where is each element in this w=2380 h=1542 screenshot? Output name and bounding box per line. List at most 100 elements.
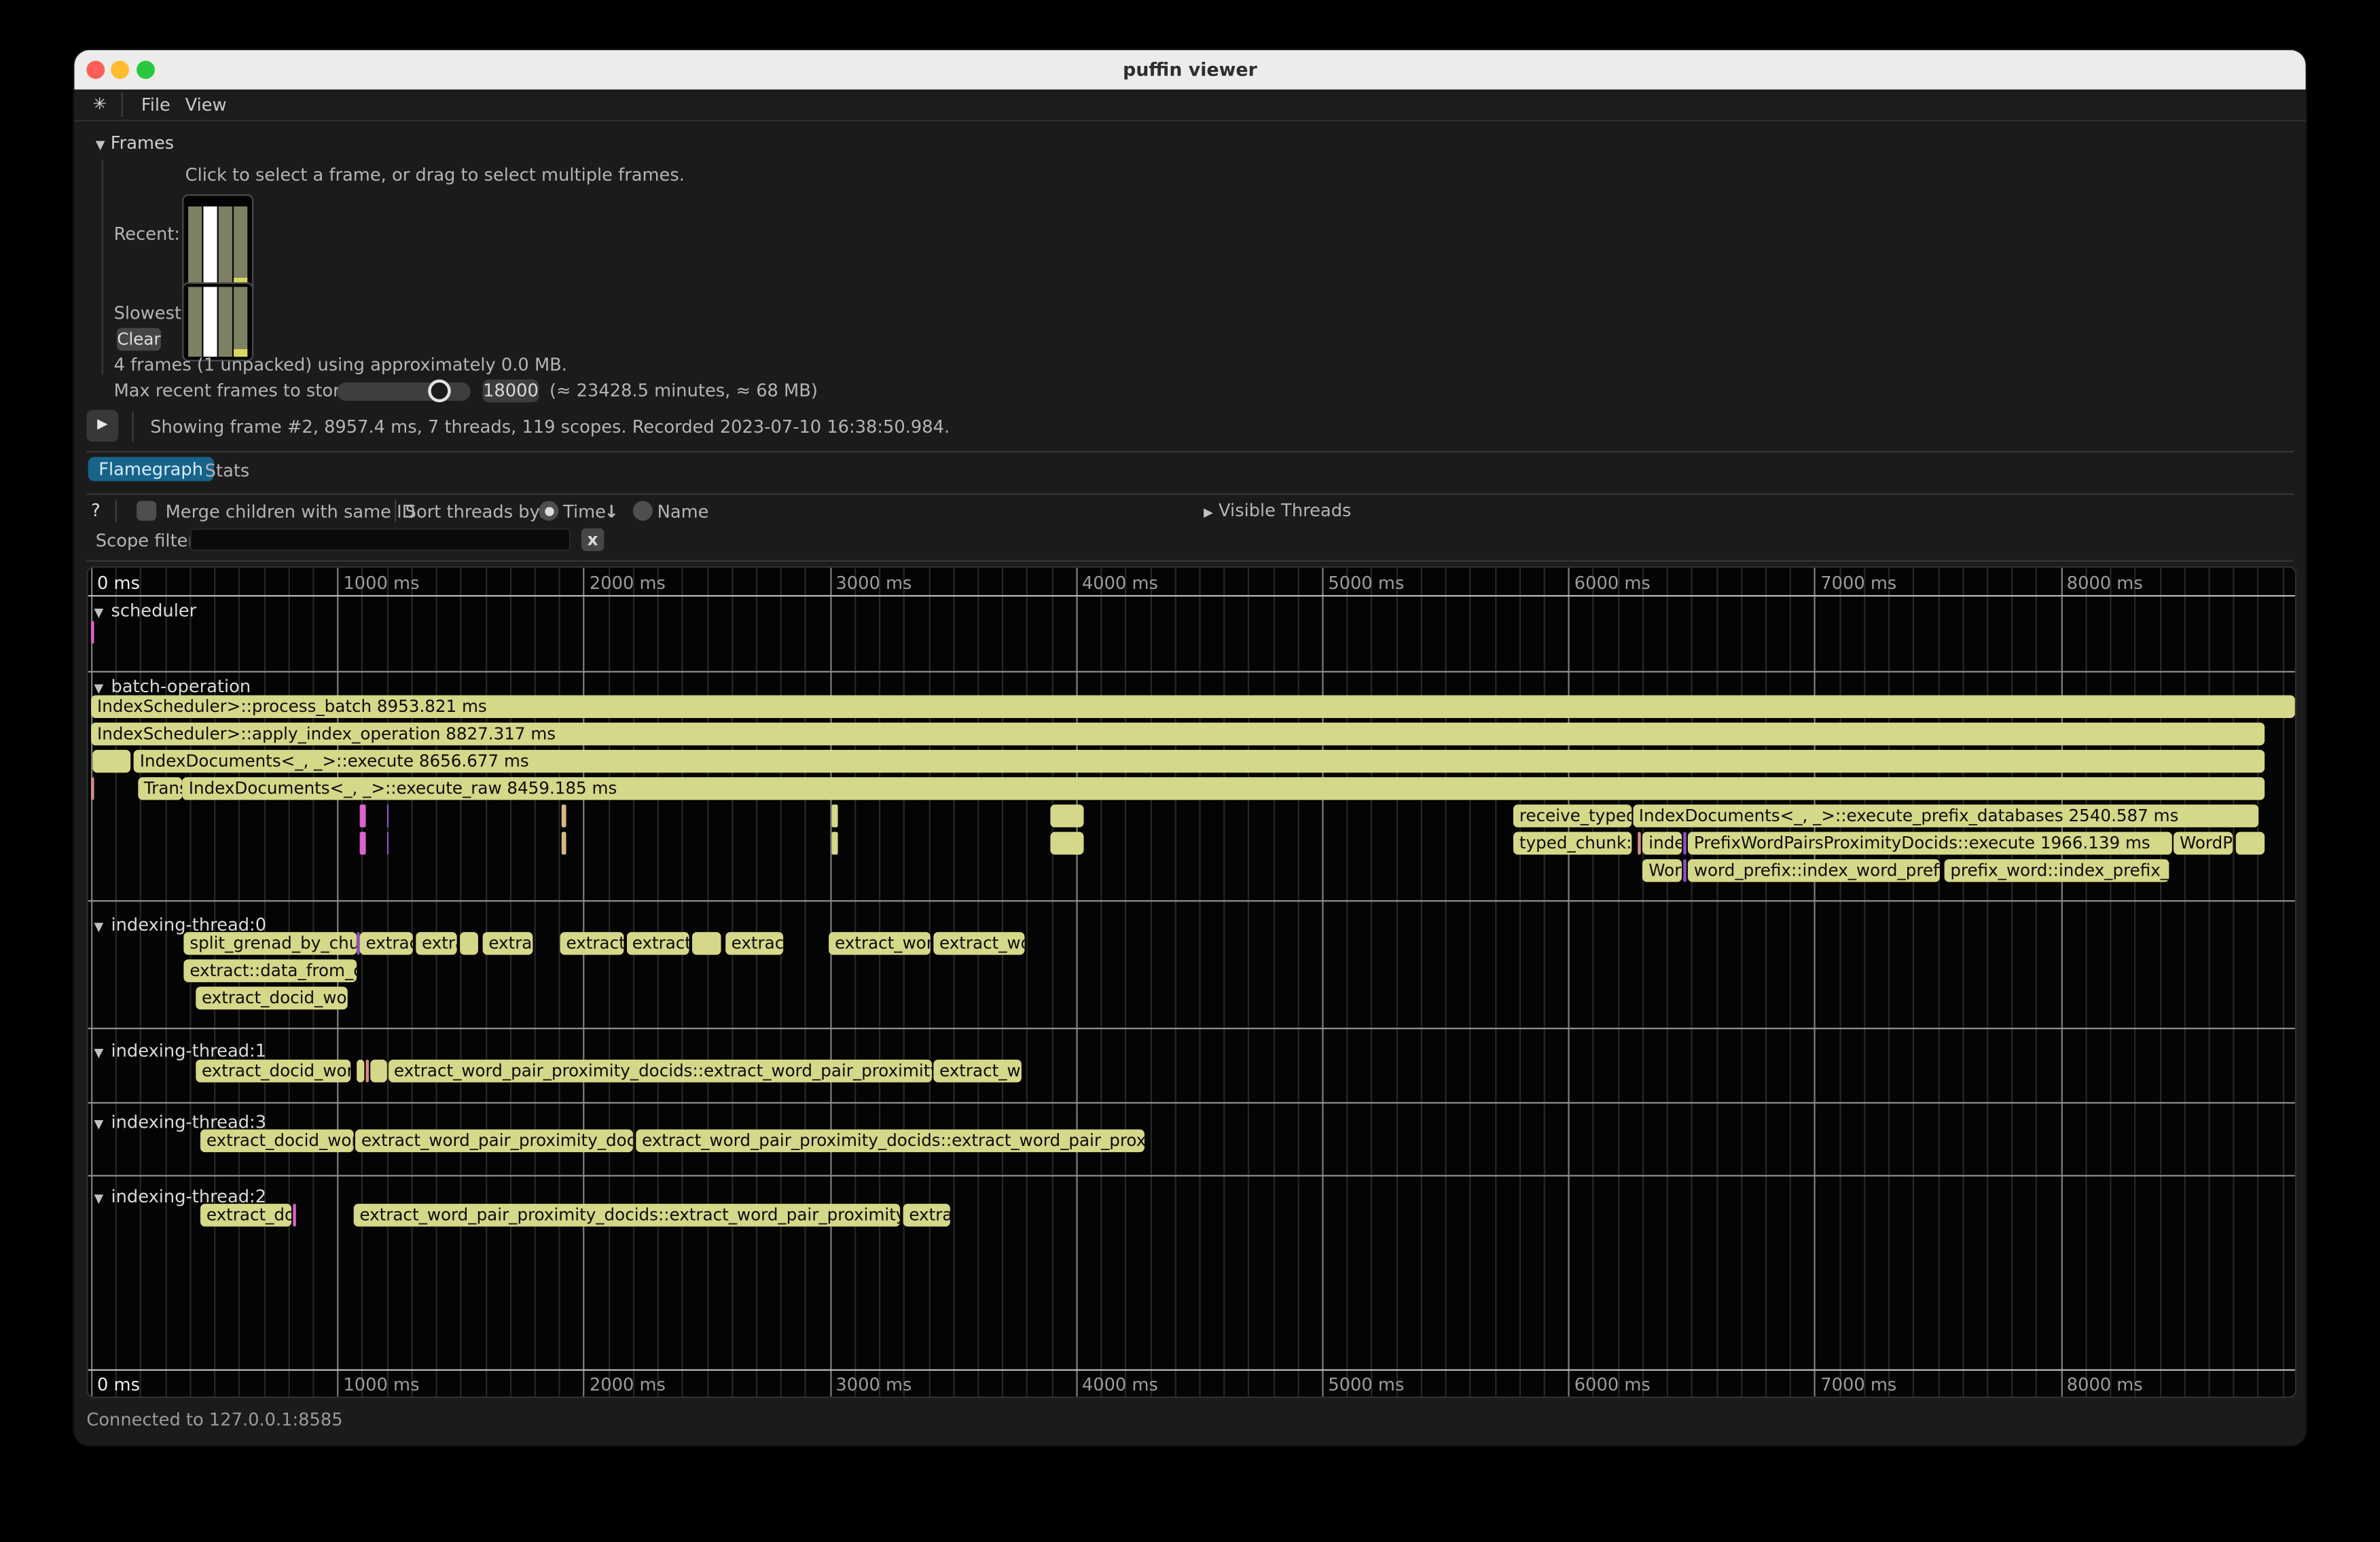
flame-bar[interactable] — [357, 1060, 364, 1083]
visible-threads-header[interactable]: ▶ Visible Threads — [1204, 499, 1351, 520]
merge-children-checkbox[interactable] — [137, 501, 156, 520]
flame-bar[interactable]: Trans — [138, 777, 182, 800]
theme-toggle-icon[interactable]: ✳ — [92, 94, 107, 114]
frame-thumbnail-bar[interactable] — [203, 207, 217, 285]
flame-bar[interactable] — [1050, 832, 1083, 855]
flame-bar[interactable]: extract_word_pair_proximity_docids::extr… — [388, 1060, 932, 1083]
flame-bar[interactable]: extract_word_pair_proximity_docids::extr… — [353, 1204, 900, 1227]
grid-line — [1938, 568, 1939, 1397]
flame-bar[interactable]: extrac — [903, 1204, 950, 1227]
menu-view[interactable]: View — [185, 94, 227, 115]
flame-bar[interactable] — [357, 932, 359, 955]
title-bar[interactable]: puffin viewer — [74, 50, 2305, 90]
frame-thumbnail-bar[interactable] — [219, 207, 232, 285]
flame-bar[interactable]: extract::data_from_ob — [183, 959, 357, 982]
flame-bar[interactable] — [91, 621, 94, 644]
sort-name-radio[interactable] — [633, 501, 653, 520]
max-frames-value[interactable]: 18000 — [483, 380, 539, 403]
slowest-frames-thumbnail[interactable] — [182, 283, 253, 361]
frame-thumbnail-bar[interactable] — [219, 287, 232, 357]
flame-bar[interactable]: IndexScheduler>::process_batch 8953.821 … — [91, 695, 2295, 718]
tab-flamegraph[interactable]: Flamegraph — [88, 457, 214, 482]
flame-bar[interactable]: extract — [360, 932, 413, 955]
grid-line — [1987, 568, 1988, 1397]
flame-bar[interactable]: PrefixWordPairsProximityDocids::execute … — [1688, 832, 2172, 855]
flame-bar[interactable]: extract_ — [560, 932, 624, 955]
flame-bar[interactable] — [562, 804, 566, 827]
flame-bar[interactable] — [386, 804, 389, 827]
flame-bar[interactable] — [459, 932, 478, 955]
flame-bar[interactable] — [360, 804, 366, 827]
help-button[interactable]: ? — [91, 499, 101, 520]
flame-bar[interactable] — [292, 1204, 295, 1227]
flame-bar[interactable]: extract_ — [626, 932, 689, 955]
flame-bar[interactable] — [831, 804, 837, 827]
flame-bar[interactable]: Word — [1642, 859, 1682, 882]
menu-divider — [122, 92, 123, 117]
frame-thumbnail-bar[interactable] — [188, 287, 202, 357]
flame-bar[interactable]: IndexDocuments<_, _>::execute_prefix_dat… — [1633, 804, 2258, 827]
tab-stats[interactable]: Stats — [205, 460, 250, 481]
flame-bar[interactable]: IndexDocuments<_, _>::execute 8656.677 m… — [134, 750, 2265, 773]
flame-bar[interactable] — [1683, 832, 1686, 855]
sort-direction-arrow-icon[interactable]: ↓ — [604, 501, 619, 522]
clear-button[interactable]: Clear — [117, 328, 161, 351]
frame-thumbnail-bar[interactable] — [203, 287, 217, 357]
thread-header-indexing-thread:1[interactable]: ▼indexing-thread:1 — [94, 1040, 267, 1061]
flame-bar[interactable]: index — [1642, 832, 1682, 855]
flame-bar[interactable] — [370, 1060, 387, 1083]
flame-bar[interactable]: extract_word_pair_proximity_docids::extr… — [636, 1130, 1144, 1153]
slider-knob[interactable] — [428, 380, 451, 403]
flame-bar[interactable] — [1637, 832, 1641, 855]
flame-bar[interactable]: IndexDocuments<_, _>::execute_raw 8459.1… — [183, 777, 2265, 800]
scope-filter-input[interactable] — [190, 528, 571, 552]
flame-bar[interactable] — [2236, 832, 2265, 855]
thread-separator — [88, 671, 2295, 673]
grid-line — [436, 568, 437, 1397]
flame-bar[interactable] — [1683, 859, 1686, 882]
flame-bar[interactable] — [91, 777, 94, 800]
thread-header-batch-operation[interactable]: ▼batch-operation — [94, 675, 251, 696]
recent-label: Recent: — [114, 223, 180, 244]
grid-line — [608, 568, 609, 1397]
flame-bar[interactable]: extract_doc — [200, 1204, 291, 1227]
flame-bar[interactable]: split_grenad_by_chun — [183, 932, 357, 955]
sort-name-label: Name — [657, 501, 709, 522]
frame-thumbnail-bar[interactable] — [188, 207, 202, 285]
flame-bar[interactable]: receive_typed_ — [1513, 804, 1631, 827]
flame-bar[interactable]: extrac — [482, 932, 533, 955]
flame-bar[interactable]: extract_word — [829, 932, 931, 955]
flame-bar[interactable] — [1050, 804, 1083, 827]
thread-header-scheduler[interactable]: ▼scheduler — [94, 600, 197, 621]
flame-bar[interactable]: WordPr — [2174, 832, 2233, 855]
flame-bar[interactable]: extract_word_pair_proximity_docids — [355, 1130, 633, 1153]
frame-thumbnail-bar[interactable] — [234, 287, 247, 357]
menu-file[interactable]: File — [141, 94, 170, 115]
flame-bar[interactable] — [365, 1060, 368, 1083]
flame-bar[interactable]: extract_wo — [933, 1060, 1022, 1083]
flame-bar[interactable] — [360, 832, 366, 855]
flame-bar[interactable] — [692, 932, 721, 955]
flame-bar[interactable]: extract — [725, 932, 783, 955]
flamegraph-canvas[interactable]: 0 ms0 ms1000 ms1000 ms2000 ms2000 ms3000… — [86, 567, 2296, 1399]
sort-time-radio[interactable] — [539, 501, 558, 520]
flame-bar[interactable]: typed_chunk::w — [1513, 832, 1631, 855]
play-button[interactable]: ▶ — [86, 410, 118, 442]
flame-bar[interactable] — [386, 832, 389, 855]
flame-bar[interactable]: extract_wo — [933, 932, 1024, 955]
frames-section-header[interactable]: ▼ Frames — [96, 132, 174, 153]
flame-bar[interactable] — [92, 750, 130, 773]
flame-bar[interactable]: IndexScheduler>::apply_index_operation 8… — [91, 723, 2265, 746]
flame-bar[interactable]: extract_docid_word — [200, 1130, 353, 1153]
scope-filter-clear-button[interactable]: x — [581, 528, 605, 552]
flame-bar[interactable]: extra — [416, 932, 457, 955]
recent-frames-thumbnail[interactable] — [182, 194, 253, 294]
flame-bar[interactable] — [562, 832, 566, 855]
flame-bar[interactable]: extract_docid_wor — [196, 987, 348, 1010]
grid-line — [2061, 568, 2062, 1397]
flame-bar[interactable]: word_prefix::index_word_prefix_ — [1688, 859, 1940, 882]
flame-bar[interactable]: extract_docid_wor — [196, 1060, 350, 1083]
flame-bar[interactable] — [831, 832, 837, 855]
flame-bar[interactable]: prefix_word::index_prefix_wo — [1944, 859, 2169, 882]
frame-thumbnail-bar[interactable] — [234, 207, 247, 285]
